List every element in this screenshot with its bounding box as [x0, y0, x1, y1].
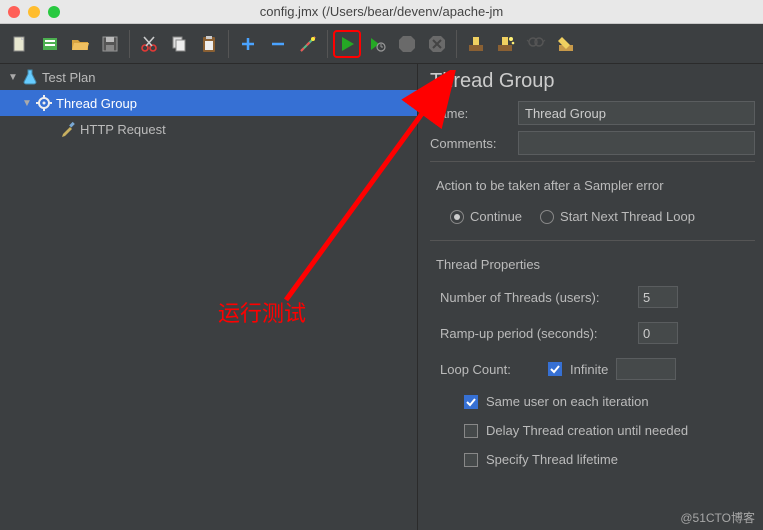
pipette-icon	[60, 121, 76, 137]
reset-search-button[interactable]	[552, 30, 580, 58]
run-button[interactable]	[333, 30, 361, 58]
templates-button[interactable]	[36, 30, 64, 58]
same-user-checkbox[interactable]	[464, 395, 478, 409]
tree-item-thread-group[interactable]: ▼ Thread Group	[0, 90, 417, 116]
flask-icon	[22, 69, 38, 85]
window-titlebar: config.jmx (/Users/bear/devenv/apache-jm	[0, 0, 763, 24]
copy-button[interactable]	[165, 30, 193, 58]
comments-field[interactable]	[518, 131, 755, 155]
rampup-field[interactable]	[638, 322, 678, 344]
open-button[interactable]	[66, 30, 94, 58]
name-field[interactable]	[518, 101, 755, 125]
paste-button[interactable]	[195, 30, 223, 58]
action-section-label: Action to be taken after a Sampler error	[436, 178, 755, 193]
zoom-window-button[interactable]	[48, 6, 60, 18]
tree-label: HTTP Request	[80, 122, 166, 137]
num-threads-field[interactable]	[638, 286, 678, 308]
toggle-button[interactable]	[294, 30, 322, 58]
run-no-timers-button[interactable]	[363, 30, 391, 58]
thread-properties-label: Thread Properties	[436, 257, 755, 272]
panel-heading: Thread Group	[430, 70, 755, 93]
tree-panel: ▼ Test Plan ▼ Thread Group HTTP Request	[0, 64, 418, 530]
tree-item-test-plan[interactable]: ▼ Test Plan	[0, 64, 417, 90]
tree-label: Thread Group	[56, 96, 137, 111]
chevron-down-icon[interactable]: ▼	[22, 98, 32, 109]
add-button[interactable]	[234, 30, 262, 58]
tree-item-http-request[interactable]: HTTP Request	[0, 116, 417, 142]
name-label: Name:	[430, 106, 510, 121]
rampup-label: Ramp-up period (seconds):	[440, 326, 630, 341]
radio-continue[interactable]: Continue	[450, 209, 522, 224]
same-user-label: Same user on each iteration	[486, 394, 649, 409]
clear-all-button[interactable]	[492, 30, 520, 58]
num-threads-label: Number of Threads (users):	[440, 290, 630, 305]
tree-label: Test Plan	[42, 70, 95, 85]
save-button[interactable]	[96, 30, 124, 58]
close-window-button[interactable]	[8, 6, 20, 18]
loop-count-field[interactable]	[616, 358, 676, 380]
main-toolbar	[0, 24, 763, 64]
loop-count-label: Loop Count:	[440, 362, 540, 377]
specify-lifetime-checkbox[interactable]	[464, 453, 478, 467]
shutdown-button[interactable]	[423, 30, 451, 58]
minimize-window-button[interactable]	[28, 6, 40, 18]
editor-panel: Thread Group Name: Comments: Action to b…	[418, 64, 763, 530]
infinite-label: Infinite	[570, 362, 608, 377]
stop-button[interactable]	[393, 30, 421, 58]
delay-creation-checkbox[interactable]	[464, 424, 478, 438]
infinite-checkbox[interactable]	[548, 362, 562, 376]
clear-button[interactable]	[462, 30, 490, 58]
radio-start-next-loop[interactable]: Start Next Thread Loop	[540, 209, 695, 224]
annotation-text: 运行测试	[218, 296, 306, 328]
gear-icon	[36, 95, 52, 111]
window-controls	[8, 6, 60, 18]
search-button[interactable]	[522, 30, 550, 58]
watermark: @51CTO博客	[680, 509, 755, 526]
window-title: config.jmx (/Users/bear/devenv/apache-jm	[260, 4, 504, 19]
delay-creation-label: Delay Thread creation until needed	[486, 423, 688, 438]
cut-button[interactable]	[135, 30, 163, 58]
comments-label: Comments:	[430, 136, 510, 151]
specify-lifetime-label: Specify Thread lifetime	[486, 452, 618, 467]
remove-button[interactable]	[264, 30, 292, 58]
new-button[interactable]	[6, 30, 34, 58]
chevron-down-icon[interactable]: ▼	[8, 72, 18, 83]
